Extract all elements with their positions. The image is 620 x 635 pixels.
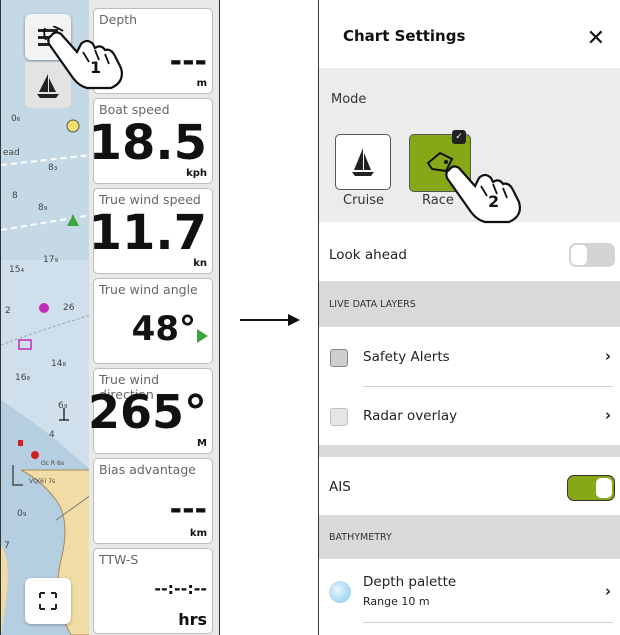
- tile-label: True wind angle: [99, 282, 198, 297]
- svg-text:6₉: 6₉: [58, 401, 68, 411]
- look-ahead-row[interactable]: Look ahead: [319, 230, 620, 280]
- radar-overlay-label: Radar overlay: [363, 408, 458, 424]
- svg-text:ead: ead: [3, 148, 20, 158]
- svg-text:2: 2: [5, 306, 11, 316]
- true-wind-angle-tile[interactable]: True wind angle 48°: [93, 278, 213, 364]
- ttw-s-tile[interactable]: TTW-S --:--:-- hrs: [93, 548, 213, 634]
- svg-text:17₉: 17₉: [43, 255, 58, 265]
- chevron-right-icon: ›: [604, 406, 611, 424]
- cruise-mode-button[interactable]: [335, 134, 391, 190]
- header: Chart Settings ✕: [319, 0, 620, 68]
- look-ahead-toggle[interactable]: [569, 243, 615, 267]
- svg-text:VQ(6) 7s: VQ(6) 7s: [29, 478, 55, 485]
- tile-value: 265°: [87, 385, 207, 439]
- ais-row[interactable]: AIS: [319, 457, 620, 515]
- tile-unit: km: [189, 528, 207, 539]
- tile-value: --:--:--: [154, 579, 207, 598]
- safety-alerts-label: Safety Alerts: [363, 349, 450, 365]
- sailboat-icon: [352, 148, 374, 176]
- svg-text:26: 26: [63, 303, 75, 313]
- tile-unit: m: [196, 78, 207, 89]
- svg-text:15₄: 15₄: [9, 265, 24, 275]
- close-icon[interactable]: ✕: [587, 26, 605, 51]
- safety-alerts-checkbox[interactable]: [330, 349, 348, 367]
- tile-value: 11.7: [88, 205, 207, 261]
- bathymetry-header: BATHYMETRY: [319, 515, 620, 559]
- selected-check-icon: ✓: [452, 130, 466, 144]
- svg-text:4: 4: [49, 430, 55, 440]
- data-panel: Depth --- m Boat speed 18.5 kph True win…: [88, 0, 219, 635]
- svg-text:7: 7: [4, 541, 10, 551]
- expand-icon: [39, 592, 57, 610]
- svg-text:0₉: 0₉: [17, 509, 27, 519]
- svg-text:8₃: 8₃: [48, 163, 58, 173]
- svg-text:16₈: 16₈: [15, 373, 30, 383]
- tile-value: ---: [169, 492, 207, 527]
- transition-arrow-icon: [240, 314, 300, 326]
- depth-palette-label: Depth palette: [363, 574, 457, 590]
- tile-unit: hrs: [178, 610, 207, 629]
- tile-value: 18.5: [88, 115, 207, 171]
- svg-text:8₉: 8₉: [38, 203, 48, 213]
- svg-text:8: 8: [12, 191, 18, 201]
- tile-label: Bias advantage: [99, 462, 196, 477]
- tile-value: ---: [169, 44, 207, 79]
- starboard-arrow-icon: [197, 329, 208, 343]
- tile-unit: M: [197, 438, 207, 449]
- tap-hand-icon: 2: [445, 165, 521, 224]
- safety-alerts-row[interactable]: Safety Alerts ›: [319, 327, 620, 387]
- tap-hand-icon: 1: [43, 26, 123, 90]
- chart-screen: 0₆ ead 8₃ 8 8₉ 15₄ 17₉ 2 26 14₈ 16₈ 6₉ 4…: [0, 0, 220, 635]
- fullscreen-button[interactable]: [25, 578, 71, 624]
- svg-text:Oc R 6s: Oc R 6s: [41, 460, 64, 467]
- page-title: Chart Settings: [343, 27, 466, 45]
- tile-unit: kph: [186, 168, 207, 179]
- svg-text:14₈: 14₈: [51, 359, 66, 369]
- tile-value: 48°: [131, 309, 196, 349]
- bias-advantage-tile[interactable]: Bias advantage --- km: [93, 458, 213, 544]
- cruise-label: Cruise: [343, 193, 385, 208]
- look-ahead-label: Look ahead: [329, 247, 407, 263]
- ais-label: AIS: [329, 479, 351, 495]
- chart-settings-screen: Chart Settings ✕ Mode Cruise ✓ Race 2 Lo…: [318, 0, 620, 635]
- chevron-right-icon: ›: [604, 582, 611, 600]
- depth-palette-sub: Range 10 m: [363, 595, 430, 608]
- tile-label: TTW-S: [99, 552, 139, 567]
- tile-label: Depth: [99, 12, 138, 27]
- live-data-layers-header: LIVE DATA LAYERS: [319, 281, 620, 327]
- chevron-right-icon: ›: [604, 347, 611, 365]
- ais-toggle[interactable]: [567, 475, 615, 501]
- step-number: 1: [90, 58, 101, 77]
- step-number: 2: [488, 192, 499, 211]
- depth-palette-row[interactable]: Depth palette Range 10 m ›: [319, 559, 620, 635]
- depth-palette-icon: [329, 581, 351, 603]
- boat-speed-tile[interactable]: Boat speed 18.5 kph: [89, 98, 213, 184]
- true-wind-speed-tile[interactable]: True wind speed 11.7 kn: [89, 188, 213, 274]
- radar-overlay-row[interactable]: Radar overlay ›: [319, 387, 620, 445]
- radar-overlay-checkbox[interactable]: [330, 408, 348, 426]
- tile-unit: kn: [193, 258, 207, 269]
- chart-depth-label: 0₆: [11, 114, 21, 124]
- mode-label: Mode: [331, 92, 367, 107]
- true-wind-direction-tile[interactable]: True wind direction 265° M: [88, 368, 213, 454]
